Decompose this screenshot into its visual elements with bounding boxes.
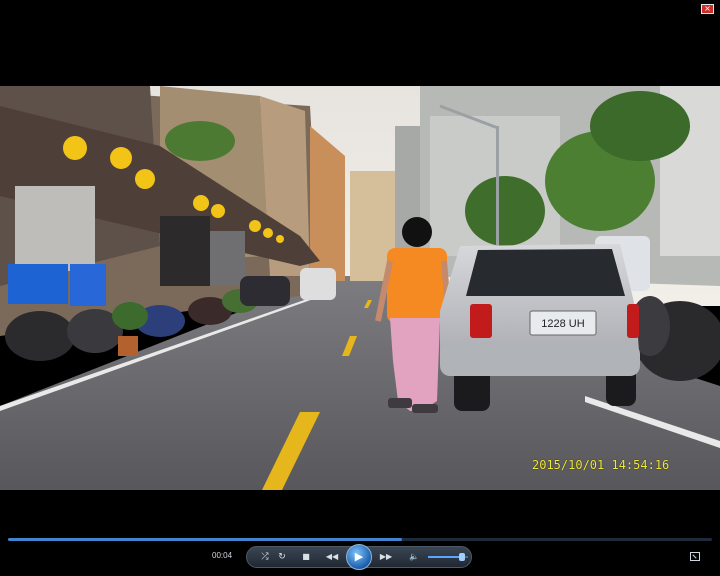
rewind-icon[interactable]: ◀◀ (320, 549, 344, 565)
fast-forward-icon[interactable]: ▶▶ (374, 549, 398, 565)
volume-slider[interactable] (428, 553, 468, 561)
elapsed-time: 00:04 (212, 551, 233, 560)
repeat-icon[interactable]: ↻ (275, 549, 289, 565)
stop-icon[interactable]: ■ (299, 549, 313, 565)
seek-bar[interactable] (8, 538, 712, 541)
license-plate-text: 1228 UH (541, 318, 584, 330)
seek-progress (8, 538, 403, 541)
player-controls: 00:04 ⤮ ↻ ■ ◀◀ ▶ ▶▶ 🔈 (0, 530, 720, 576)
play-icon[interactable]: ▶ (346, 544, 372, 570)
volume-level (428, 556, 462, 558)
close-button[interactable]: × (701, 4, 714, 14)
volume-knob[interactable] (459, 553, 465, 561)
shuffle-icon[interactable]: ⤮ (258, 549, 272, 565)
volume-icon[interactable]: 🔈 (406, 549, 422, 565)
dashcam-scene: 1228 UH (0, 86, 720, 490)
video-frame[interactable]: 1228 UH (0, 86, 720, 490)
close-icon: × (704, 4, 711, 13)
video-timestamp-overlay: 2015/10/01 14:54:16 (532, 458, 670, 472)
fullscreen-icon[interactable] (690, 552, 700, 561)
